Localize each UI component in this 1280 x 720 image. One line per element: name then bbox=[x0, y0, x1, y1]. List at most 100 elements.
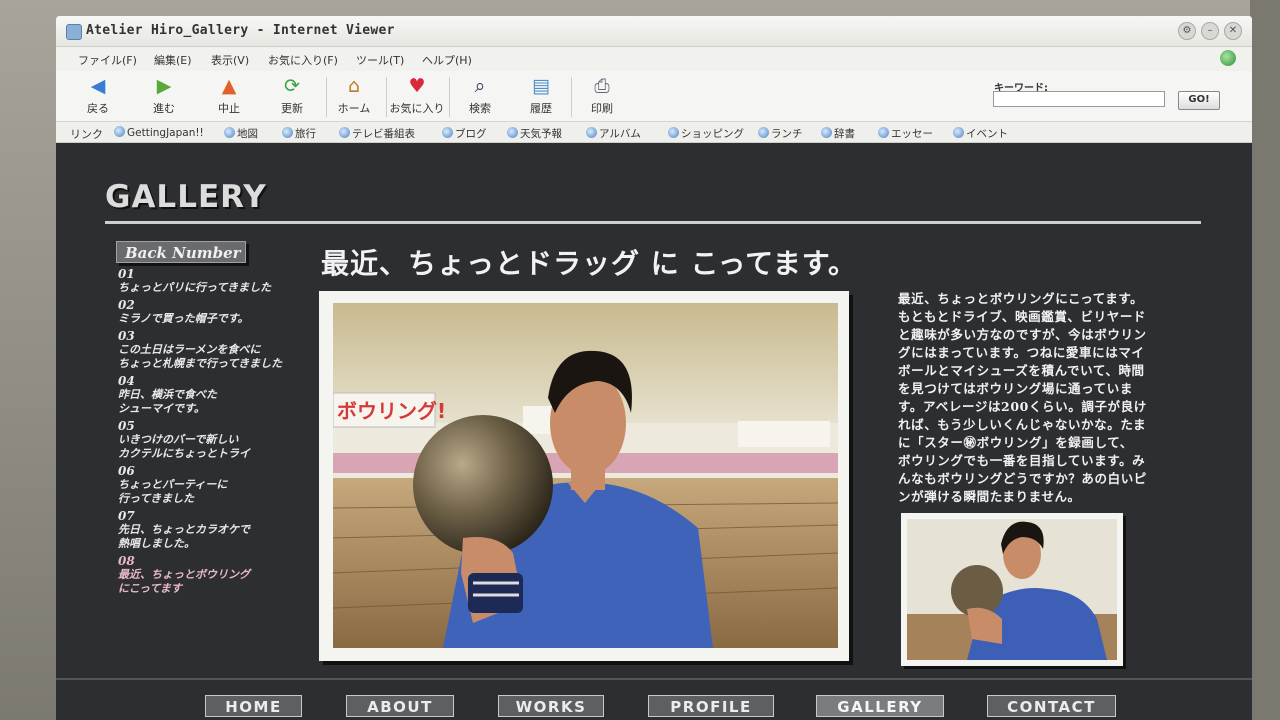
back-number-item[interactable]: 06 ちょっとパーティーに 行ってきました bbox=[118, 464, 328, 506]
thumbnail-photo[interactable] bbox=[901, 513, 1123, 666]
settings-icon[interactable]: ⚙ bbox=[1178, 22, 1196, 40]
menu-help[interactable]: ヘルプ(H) bbox=[422, 52, 472, 68]
link-globe-icon bbox=[821, 127, 832, 138]
bowling-thumbnail-illustration bbox=[907, 519, 1117, 660]
back-number-item[interactable]: 04 昨日、横浜で食べた シューマイです。 bbox=[118, 374, 328, 416]
refresh-icon: ⟳ bbox=[284, 75, 300, 97]
link-item[interactable]: ブログ bbox=[442, 126, 487, 141]
back-number-num: 02 bbox=[118, 298, 135, 312]
forward-button[interactable]: ▶ 進む bbox=[134, 75, 194, 119]
back-number-num: 06 bbox=[118, 464, 135, 478]
nav-profile[interactable]: PROFILE bbox=[648, 695, 774, 717]
refresh-label: 更新 bbox=[281, 102, 303, 115]
browser-icon bbox=[66, 24, 82, 40]
menu-favorites[interactable]: お気に入り(F) bbox=[268, 52, 338, 68]
go-button[interactable]: GO! bbox=[1178, 91, 1220, 110]
main-photo: ボウリング! bbox=[319, 291, 849, 661]
link-text: テレビ番組表 bbox=[352, 128, 415, 140]
link-item[interactable]: 天気予報 bbox=[507, 126, 562, 141]
back-arrow-icon: ◀ bbox=[90, 75, 106, 97]
back-number-text: 昨日、横浜で食べた シューマイです。 bbox=[118, 388, 217, 415]
bowling-photo: ボウリング! bbox=[333, 303, 838, 648]
print-button[interactable]: ⎙ 印刷 bbox=[572, 75, 632, 119]
link-item[interactable]: イベント bbox=[953, 126, 1008, 141]
link-text: アルバム bbox=[599, 128, 641, 140]
link-item[interactable]: 旅行 bbox=[282, 126, 316, 141]
link-globe-icon bbox=[339, 127, 350, 138]
stop-button[interactable]: ▲ 中止 bbox=[199, 75, 259, 119]
favorites-button[interactable]: ♥ お気に入り bbox=[387, 75, 447, 119]
back-number-item[interactable]: 07 先日、ちょっとカラオケで 熱唱しました。 bbox=[118, 509, 328, 551]
minimize-button[interactable]: – bbox=[1201, 22, 1219, 40]
stop-cone-icon: ▲ bbox=[221, 75, 237, 97]
link-text: イベント bbox=[966, 128, 1008, 140]
back-number-item-active[interactable]: 08 最近、ちょっとボウリング にこってます bbox=[118, 554, 328, 596]
back-button[interactable]: ◀ 戻る bbox=[68, 75, 128, 119]
history-label: 履歴 bbox=[530, 102, 552, 115]
link-text: 地図 bbox=[237, 128, 258, 140]
article-body: 最近、ちょっとボウリングにこってます。 もともとドライブ、映画鑑賞、ビリヤード … bbox=[898, 291, 1147, 504]
back-number-item[interactable]: 05 いきつけのバーで新しい カクテルにちょっとトライ bbox=[118, 419, 328, 461]
forward-arrow-icon: ▶ bbox=[156, 75, 172, 97]
nav-gallery[interactable]: GALLERY bbox=[816, 695, 944, 717]
link-item[interactable]: 辞書 bbox=[821, 126, 855, 141]
nav-works[interactable]: WORKS bbox=[498, 695, 604, 717]
back-number-text: この土日はラーメンを食べに ちょっと札幌まで行ってきました bbox=[118, 343, 283, 370]
bowling-alley-illustration: ボウリング! bbox=[333, 303, 838, 648]
links-bar: リンク GettingJapan!! 地図 旅行 テレビ番組表 ブログ 天気予報… bbox=[56, 122, 1252, 143]
link-item[interactable]: GettingJapan!! bbox=[114, 126, 204, 139]
link-text: ランチ bbox=[771, 128, 803, 140]
title-bar: Atelier Hiro_Gallery - Internet Viewer ⚙… bbox=[56, 16, 1252, 47]
monitor-bezel-right bbox=[1250, 0, 1280, 720]
link-item[interactable]: 地図 bbox=[224, 126, 258, 141]
window-title: Atelier Hiro_Gallery - Internet Viewer bbox=[86, 23, 395, 38]
back-number-num: 04 bbox=[118, 374, 135, 388]
link-item[interactable]: ランチ bbox=[758, 126, 803, 141]
footer-divider bbox=[56, 678, 1252, 680]
back-number-heading: Back Number bbox=[116, 241, 246, 263]
menu-edit[interactable]: 編集(E) bbox=[154, 52, 192, 68]
link-globe-icon bbox=[224, 127, 235, 138]
title-divider bbox=[105, 221, 1201, 224]
magnifier-icon: ⌕ bbox=[474, 75, 486, 97]
home-button[interactable]: ⌂ ホーム bbox=[324, 75, 384, 119]
back-number-item[interactable]: 03 この土日はラーメンを食べに ちょっと札幌まで行ってきました bbox=[118, 329, 328, 371]
stop-label: 中止 bbox=[218, 102, 240, 115]
back-number-item[interactable]: 01 ちょっとパリに行ってきました bbox=[118, 267, 328, 295]
back-number-text: 最近、ちょっとボウリング にこってます bbox=[118, 568, 250, 595]
menu-tools[interactable]: ツール(T) bbox=[356, 52, 404, 68]
nav-home[interactable]: HOME bbox=[205, 695, 302, 717]
menu-bar: ファイル(F) 編集(E) 表示(V) お気に入り(F) ツール(T) ヘルプ(… bbox=[56, 47, 1252, 71]
link-globe-icon bbox=[758, 127, 769, 138]
article-headline: 最近、ちょっとドラッグ に こってます。 bbox=[321, 247, 857, 280]
link-globe-icon bbox=[507, 127, 518, 138]
link-text: ショッピング bbox=[681, 128, 744, 140]
back-number-item[interactable]: 02 ミラノで買った帽子です。 bbox=[118, 298, 328, 326]
home-icon: ⌂ bbox=[347, 75, 361, 97]
svg-text:ボウリング!: ボウリング! bbox=[337, 399, 446, 423]
link-item[interactable]: エッセー bbox=[878, 126, 933, 141]
link-item[interactable]: ショッピング bbox=[668, 126, 744, 141]
menu-view[interactable]: 表示(V) bbox=[211, 52, 249, 68]
nav-about[interactable]: ABOUT bbox=[346, 695, 454, 717]
close-button[interactable]: ✕ bbox=[1224, 22, 1242, 40]
back-number-num: 07 bbox=[118, 509, 135, 523]
back-number-num: 03 bbox=[118, 329, 135, 343]
link-globe-icon bbox=[953, 127, 964, 138]
link-globe-icon bbox=[878, 127, 889, 138]
home-label: ホーム bbox=[337, 102, 371, 115]
globe-icon bbox=[1220, 50, 1236, 66]
history-button[interactable]: ▤ 履歴 bbox=[511, 75, 571, 119]
nav-contact[interactable]: CONTACT bbox=[987, 695, 1116, 717]
link-item[interactable]: テレビ番組表 bbox=[339, 126, 415, 141]
favorites-label: お気に入り bbox=[389, 102, 445, 115]
history-book-icon: ▤ bbox=[532, 75, 550, 97]
refresh-button[interactable]: ⟳ 更新 bbox=[262, 75, 322, 119]
link-text: 天気予報 bbox=[520, 128, 562, 140]
link-item[interactable]: アルバム bbox=[586, 126, 641, 141]
menu-file[interactable]: ファイル(F) bbox=[78, 52, 137, 68]
keyword-input[interactable] bbox=[993, 91, 1165, 107]
link-globe-icon bbox=[282, 127, 293, 138]
search-button[interactable]: ⌕ 検索 bbox=[450, 75, 510, 119]
back-number-num: 08 bbox=[118, 554, 135, 568]
